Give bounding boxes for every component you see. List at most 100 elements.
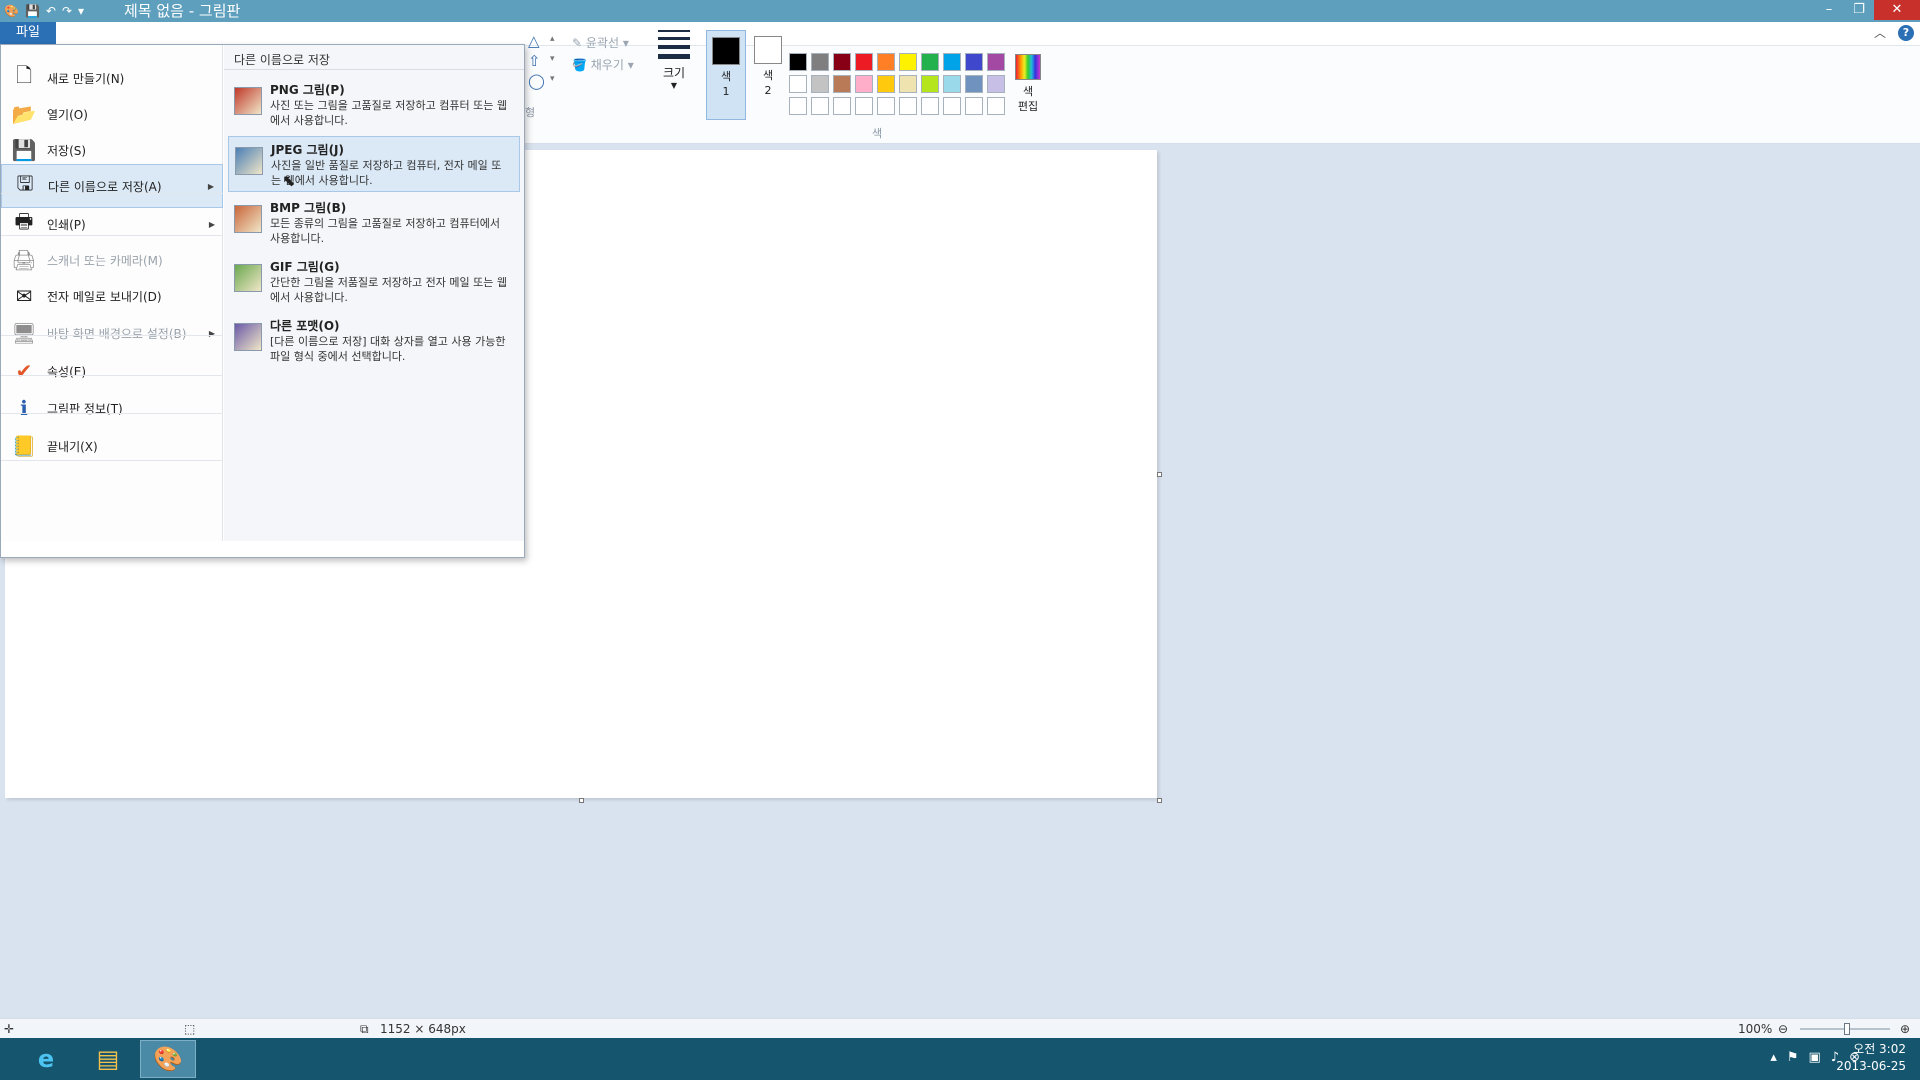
collapse-ribbon-icon[interactable]: ︿ <box>1874 24 1886 41</box>
close-button[interactable]: ✕ <box>1874 0 1920 20</box>
palette-swatch[interactable] <box>811 53 829 71</box>
palette-swatch[interactable] <box>921 75 939 93</box>
triangle-shape-icon[interactable]: △ <box>528 32 540 50</box>
palette-swatch[interactable] <box>921 97 939 115</box>
save-format-title: GIF 그림(G) <box>270 260 340 274</box>
exit-icon: 📒 <box>11 434 37 458</box>
file-menu-item-label: 바탕 화면 배경으로 설정(B) <box>47 326 187 341</box>
palette-swatch[interactable] <box>789 97 807 115</box>
color1-button[interactable]: 색 1 <box>706 30 746 120</box>
callout-shape-icon[interactable]: ◯ <box>528 72 545 90</box>
resize-handle-right[interactable] <box>1157 472 1162 477</box>
palette-swatch[interactable] <box>987 53 1005 71</box>
zoom-slider-thumb[interactable] <box>1844 1023 1850 1035</box>
size-label: 크기 <box>662 66 686 80</box>
scroll-down-icon[interactable]: ▾ <box>550 54 555 64</box>
color2-button[interactable]: 색 2 <box>750 30 786 120</box>
save-format-description: [다른 이름으로 저장] 대화 상자를 열고 사용 가능한 파일 형식 중에서 … <box>270 335 506 363</box>
dropdown-icon[interactable]: ▾ <box>78 2 84 20</box>
file-menu-item-label: 다른 이름으로 저장(A) <box>48 179 162 194</box>
menu-separator <box>1 375 223 376</box>
internet-explorer-icon[interactable]: e <box>18 1040 74 1078</box>
palette-swatch[interactable] <box>943 75 961 93</box>
help-icon[interactable]: ? <box>1898 24 1914 41</box>
colors-group-label: 색 <box>872 127 883 140</box>
expand-gallery-icon[interactable]: ▾ <box>550 74 555 84</box>
color1-swatch <box>712 37 740 65</box>
png-image-icon <box>234 87 262 115</box>
file-menu-item-label: 끝내기(X) <box>47 439 98 454</box>
save-format-option[interactable]: BMP 그림(B) 모든 종류의 그림을 고품질로 저장하고 컴퓨터에서 사용합니… <box>228 195 520 251</box>
file-tab[interactable]: 파일 <box>0 22 56 44</box>
palette-swatch[interactable] <box>811 97 829 115</box>
palette-swatch[interactable] <box>855 97 873 115</box>
palette-swatch[interactable] <box>833 75 851 93</box>
notification-chevron-icon[interactable]: ▴ <box>1770 1050 1777 1065</box>
save-format-option[interactable]: GIF 그림(G) 간단한 그림을 저품질로 저장하고 전자 메일 또는 웹에서 … <box>228 254 520 310</box>
submenu-arrow-icon: ▶ <box>208 328 215 338</box>
save-format-option[interactable]: PNG 그림(P) 사진 또는 그림을 고품질로 저장하고 컴퓨터 또는 웹에서 … <box>228 77 520 133</box>
gif-image-icon <box>234 264 262 292</box>
save-icon: 💾 <box>11 138 37 162</box>
save-format-option[interactable]: JPEG 그림(J) 사진을 일반 품질로 저장하고 컴퓨터, 전자 메일 또는 … <box>228 136 520 192</box>
palette-swatch[interactable] <box>987 75 1005 93</box>
submenu-divider <box>224 69 524 70</box>
palette-swatch[interactable] <box>899 97 917 115</box>
color-palette <box>789 53 1007 118</box>
palette-swatch[interactable] <box>855 75 873 93</box>
fill-button[interactable]: 🪣 채우기 ▾ <box>572 54 634 76</box>
palette-swatch[interactable] <box>833 97 851 115</box>
palette-swatch[interactable] <box>899 75 917 93</box>
palette-swatch[interactable] <box>855 53 873 71</box>
resize-handle-corner[interactable] <box>1157 798 1162 803</box>
resize-handle-bottom[interactable] <box>579 798 584 803</box>
file-explorer-icon[interactable]: ▤ <box>80 1040 136 1078</box>
flag-icon[interactable]: ⚑ <box>1787 1050 1799 1065</box>
outline-icon: ✎ <box>572 36 586 50</box>
undo-icon[interactable]: ↶ <box>46 2 56 20</box>
palette-swatch[interactable] <box>877 53 895 71</box>
palette-swatch[interactable] <box>811 75 829 93</box>
size-button[interactable]: 크기 ▼ <box>652 30 696 120</box>
file-menu-item-label: 전자 메일로 보내기(D) <box>47 289 162 304</box>
save-format-description: 사진을 일반 품질로 저장하고 컴퓨터, 전자 메일 또는 웹에서 사용합니다. <box>271 159 502 187</box>
palette-swatch[interactable] <box>943 53 961 71</box>
edit-colors-button[interactable]: 색 편집 <box>1010 30 1046 120</box>
zoom-level: 100% <box>1738 1022 1773 1036</box>
minimize-button[interactable]: – <box>1814 0 1844 20</box>
palette-swatch[interactable] <box>921 53 939 71</box>
palette-swatch[interactable] <box>965 97 983 115</box>
color2-swatch <box>754 36 782 64</box>
palette-swatch[interactable] <box>965 75 983 93</box>
save-as-submenu: 다른 이름으로 저장 PNG 그림(P) 사진 또는 그림을 고품질로 저장하고 … <box>224 45 524 541</box>
status-bar: ✛ ⬚ ⧉ 1152 × 648px 100% ⊖ ⊕ <box>0 1018 1920 1038</box>
new-file-icon: 🗋 <box>15 63 33 87</box>
palette-swatch[interactable] <box>833 53 851 71</box>
restore-button[interactable]: ❐ <box>1844 0 1874 20</box>
palette-swatch[interactable] <box>789 53 807 71</box>
save-format-option[interactable]: 다른 포맷(O) [다른 이름으로 저장] 대화 상자를 열고 사용 가능한 파일… <box>228 313 520 369</box>
palette-swatch[interactable] <box>899 53 917 71</box>
paint-taskbar-icon[interactable]: 🎨 <box>140 1040 196 1078</box>
scroll-up-icon[interactable]: ▴ <box>550 34 555 44</box>
palette-swatch[interactable] <box>789 75 807 93</box>
save-format-title: 다른 포맷(O) <box>270 319 340 333</box>
pentagon-arrow-shape-icon[interactable]: ⇧ <box>528 52 541 70</box>
file-menu-item-label: 새로 만들기(N) <box>47 71 125 86</box>
palette-swatch[interactable] <box>987 97 1005 115</box>
zoom-in-icon[interactable]: ⊕ <box>1900 1021 1910 1037</box>
taskbar: e ▤ 🎨 ▴ ⚑ ▣ ♪ ⊗ 오전 3:02 2013-06-25 <box>0 1038 1920 1080</box>
palette-swatch[interactable] <box>965 53 983 71</box>
outline-button[interactable]: ✎ 윤곽선 ▾ <box>572 32 634 54</box>
file-menu-item[interactable]: 📒 끝내기(X) <box>1 424 223 468</box>
network-icon[interactable]: ▣ <box>1809 1050 1821 1065</box>
palette-swatch[interactable] <box>877 97 895 115</box>
zoom-out-icon[interactable]: ⊖ <box>1778 1021 1788 1037</box>
menu-separator <box>1 413 223 414</box>
palette-swatch[interactable] <box>877 75 895 93</box>
redo-icon[interactable]: ↷ <box>62 2 72 20</box>
save-icon[interactable]: 💾 <box>25 2 40 20</box>
window-title: 제목 없음 - 그림판 <box>124 2 241 20</box>
palette-swatch[interactable] <box>943 97 961 115</box>
taskbar-clock[interactable]: 오전 3:02 2013-06-25 <box>1836 1041 1906 1075</box>
